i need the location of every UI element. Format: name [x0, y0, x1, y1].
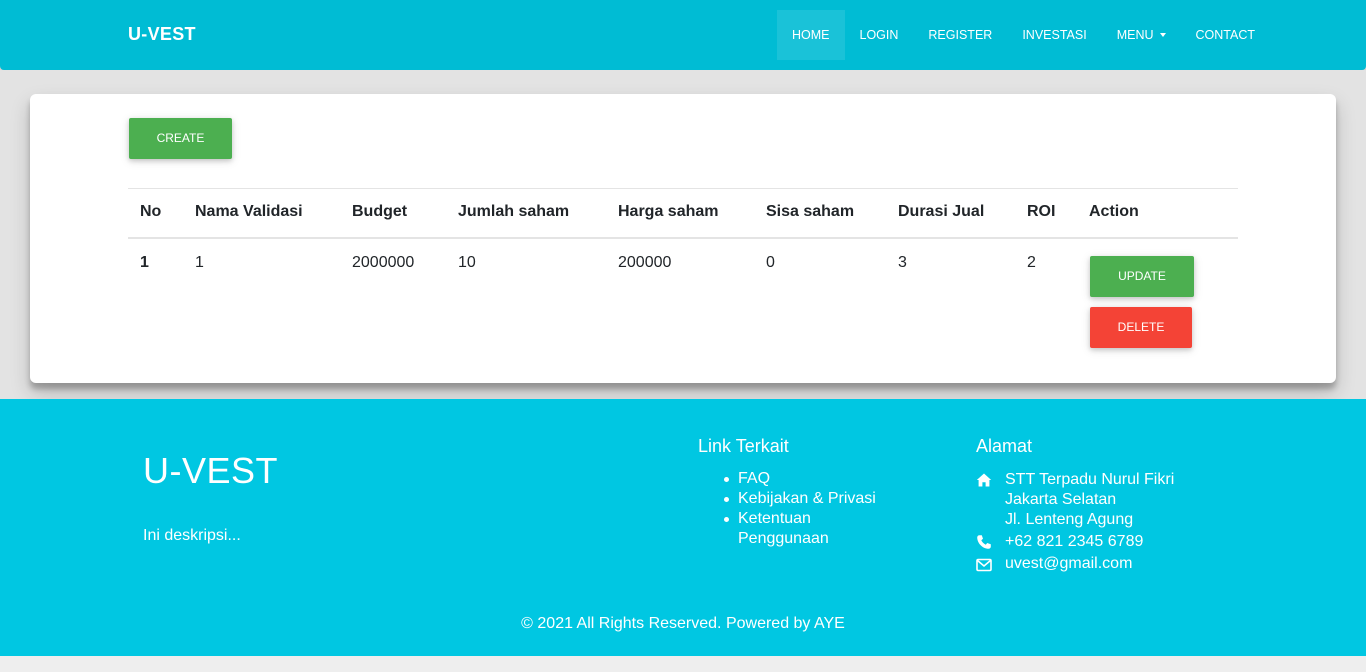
footer-phone: +62 821 2345 6789	[1005, 533, 1144, 550]
footer-link-faq[interactable]: FAQ	[724, 469, 898, 489]
nav-item-investasi[interactable]: INVESTASI	[1007, 10, 1101, 60]
header-no: No	[140, 203, 162, 220]
cell-no: 1	[140, 254, 149, 271]
cell-nama-validasi: 1	[195, 254, 204, 271]
delete-button[interactable]: DELETE	[1090, 307, 1192, 348]
footer: U-VEST Ini deskripsi... Link Terkait FAQ…	[0, 399, 1366, 656]
caret-down-icon	[1159, 32, 1166, 37]
header-harga-saham: Harga saham	[618, 203, 719, 220]
header-roi: ROI	[1027, 203, 1056, 220]
footer-title: U-VEST	[143, 450, 279, 491]
cell-sisa-saham: 0	[766, 254, 775, 271]
phone-icon	[977, 535, 991, 549]
footer-email[interactable]: uvest@gmail.com	[1005, 554, 1132, 574]
header-nama-validasi: Nama Validasi	[195, 203, 303, 220]
header-jumlah-saham: Jumlah saham	[458, 203, 570, 220]
address-line-1: STT Terpadu Nurul Fikri	[1005, 471, 1175, 488]
footer-links-list: FAQ Kebijakan & Privasi Ketentuan Penggu…	[724, 469, 898, 549]
update-button[interactable]: UPDATE	[1090, 256, 1194, 297]
footer-link-ketentuan-penggunaan[interactable]: Ketentuan Penggunaan	[724, 509, 898, 549]
nav-item-register[interactable]: REGISTER	[913, 10, 1007, 60]
cell-roi: 2	[1027, 254, 1036, 271]
footer-links-heading: Link Terkait	[698, 436, 789, 456]
cell-budget: 2000000	[352, 254, 415, 271]
footer-address-heading: Alamat	[976, 436, 1033, 456]
navbar: U-VEST HOME LOGIN REGISTER INVESTASI MEN…	[0, 0, 1366, 70]
nav-item-contact[interactable]: CONTACT	[1181, 10, 1271, 60]
header-durasi-jual: Durasi Jual	[898, 203, 985, 220]
content-card: CREATE No Nama Validasi Budget Jumlah sa…	[30, 94, 1336, 383]
table-top-border	[128, 188, 1238, 189]
nav-item-menu-label: MENU	[1116, 28, 1154, 42]
cell-durasi-jual: 3	[898, 254, 907, 271]
nav-item-home[interactable]: HOME	[777, 10, 845, 60]
footer-description: Ini deskripsi...	[143, 527, 241, 544]
table-header-border	[128, 237, 1238, 239]
footer-copyright: © 2021 All Rights Reserved. Powered by A…	[521, 615, 845, 632]
cell-harga-saham: 200000	[618, 254, 672, 271]
header-action: Action	[1089, 203, 1139, 220]
address-line-3: Jl. Lenteng Agung	[1005, 511, 1134, 528]
footer-link-kebijakan-privasi[interactable]: Kebijakan & Privasi	[724, 489, 898, 509]
home-icon	[976, 473, 992, 487]
nav-menu: HOME LOGIN REGISTER INVESTASI MENU CONTA…	[777, 10, 1270, 60]
cell-jumlah-saham: 10	[458, 254, 476, 271]
nav-item-menu-dropdown[interactable]: MENU	[1102, 10, 1181, 60]
create-button[interactable]: CREATE	[129, 118, 232, 159]
address-line-2: Jakarta Selatan	[1005, 491, 1117, 508]
nav-item-login[interactable]: LOGIN	[845, 10, 914, 60]
header-budget: Budget	[352, 203, 408, 220]
envelope-icon	[976, 558, 992, 572]
header-sisa-saham: Sisa saham	[766, 203, 855, 220]
brand-logo[interactable]: U-VEST	[128, 24, 196, 45]
